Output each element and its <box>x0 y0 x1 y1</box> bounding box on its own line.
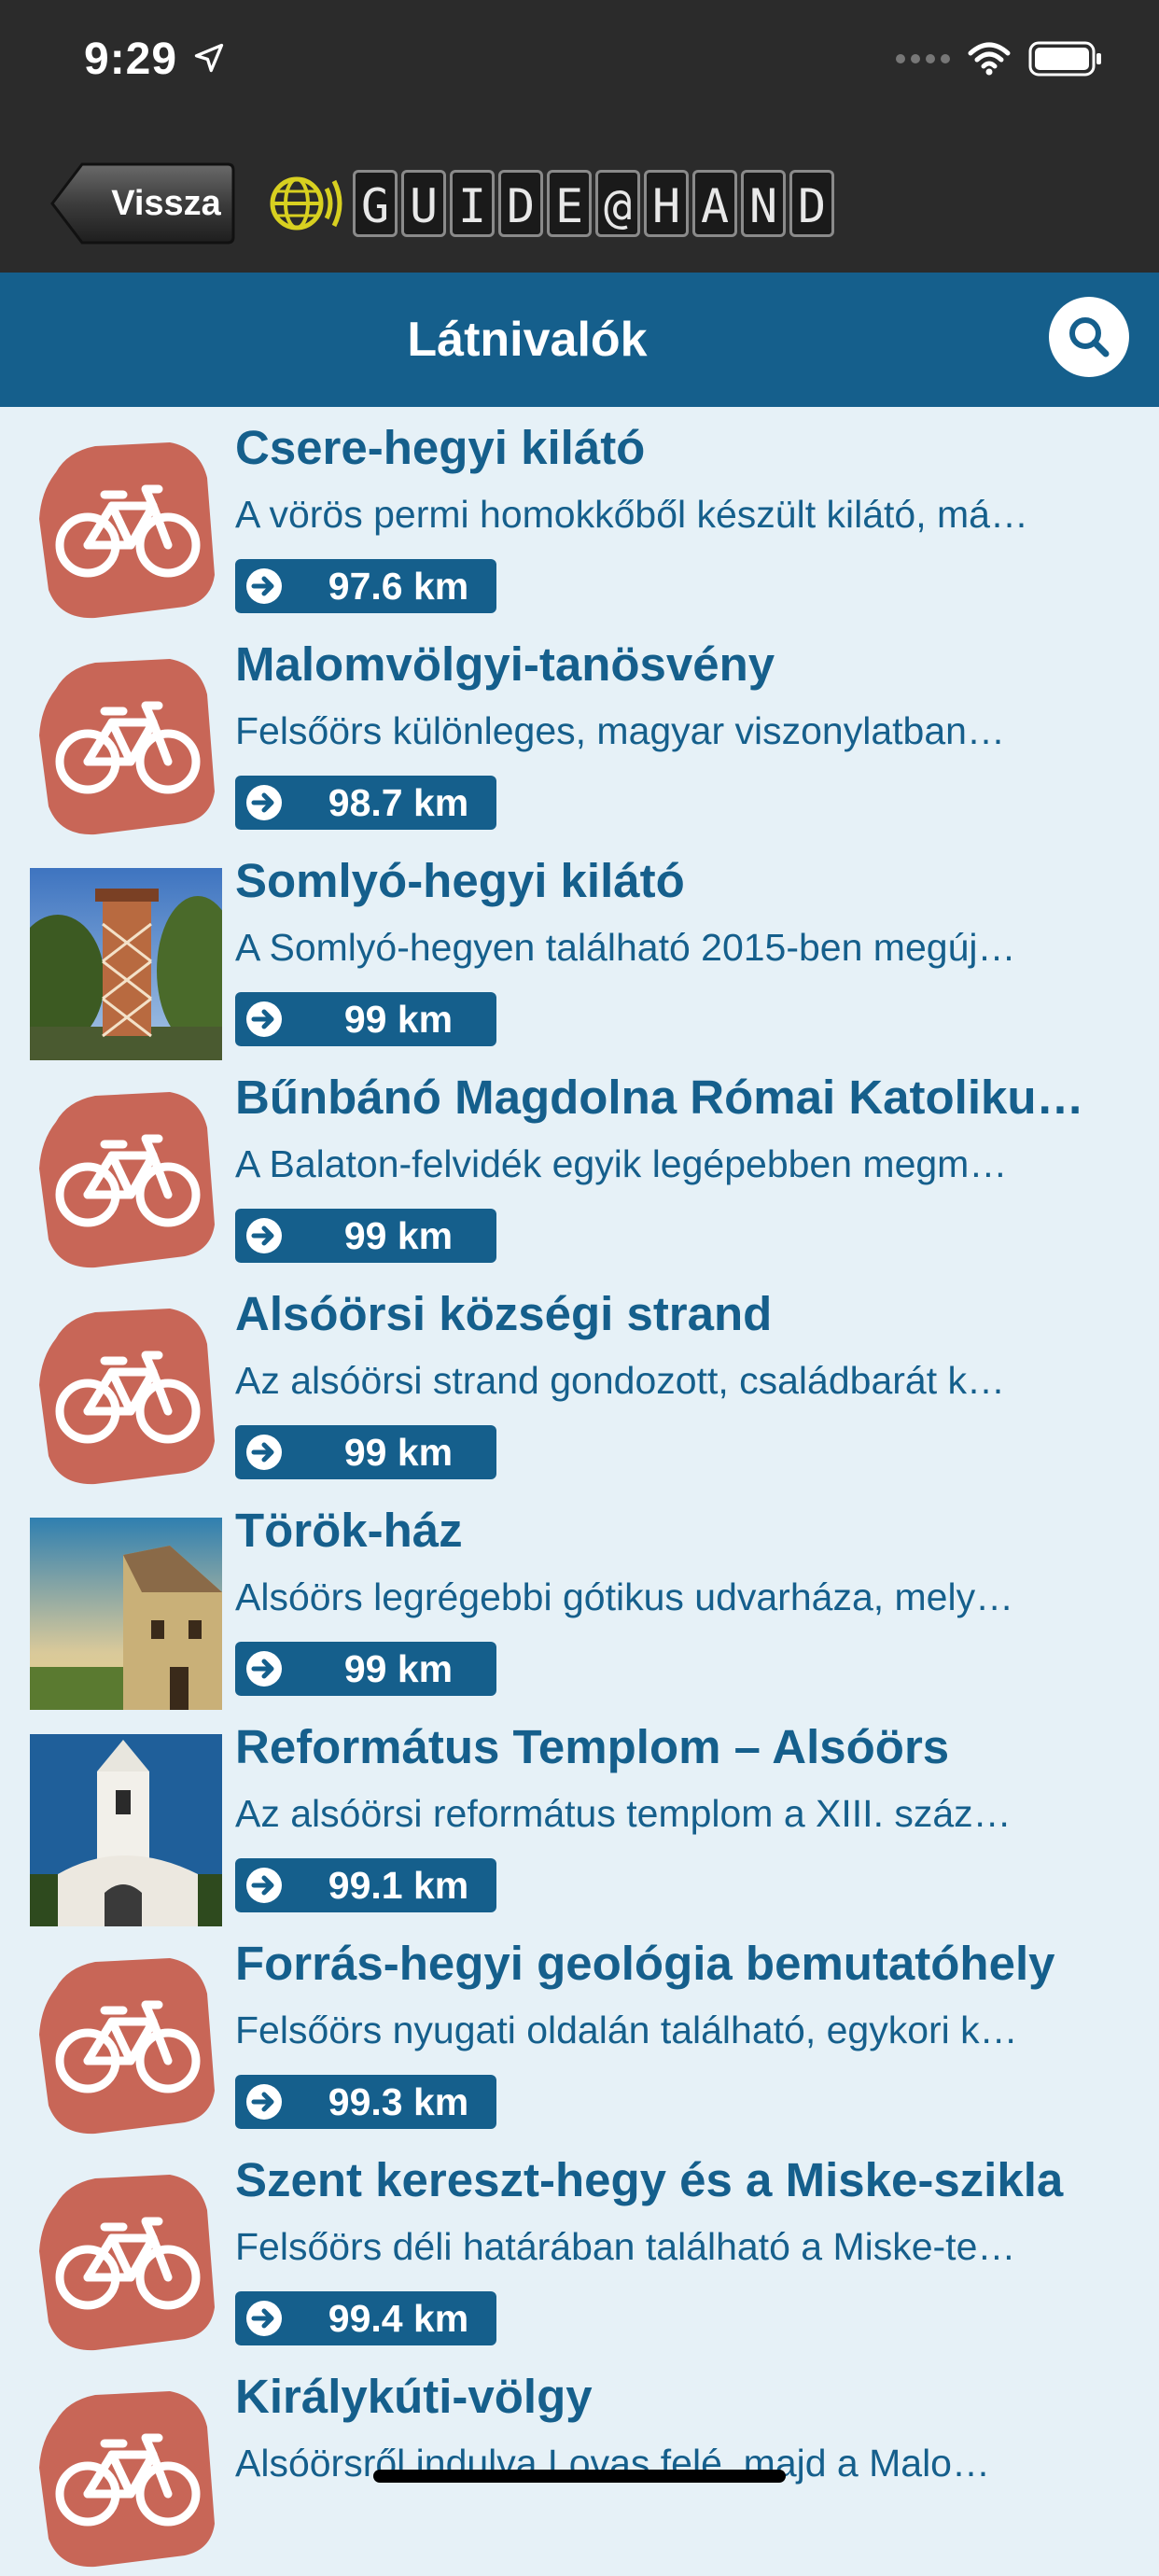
back-button[interactable]: Vissza <box>49 161 235 246</box>
logo-letter: @ <box>595 170 640 237</box>
list-item[interactable]: Forrás-hegyi geológia bemutatóhely Felső… <box>0 1923 1159 2139</box>
arrow-right-icon <box>246 1218 282 1253</box>
distance-badge: 99.4 km <box>235 2291 496 2345</box>
list-item[interactable]: Csere-hegyi kilátó A vörös permi homokkő… <box>0 407 1159 623</box>
bike-icon <box>30 1951 222 2143</box>
cellular-dots-icon <box>896 54 950 63</box>
bike-icon <box>30 2384 222 2576</box>
distance-badge: 97.6 km <box>235 559 496 613</box>
list-item[interactable]: Malomvölgyi-tanösvény Felsőörs különlege… <box>0 623 1159 840</box>
wifi-icon <box>968 42 1011 76</box>
logo-letter: D <box>498 170 543 237</box>
search-icon <box>1069 317 1110 357</box>
distance-badge: 99 km <box>235 1209 496 1263</box>
distance-text: 99 km <box>343 1431 454 1474</box>
status-bar: 9:29 <box>0 0 1159 131</box>
arrow-right-icon <box>246 568 282 604</box>
status-time: 9:29 <box>84 35 178 84</box>
logo-letter: H <box>644 170 689 237</box>
distance-badge: 99.3 km <box>235 2075 496 2129</box>
distance-text: 99.4 km <box>328 2297 469 2340</box>
item-description: Felsőörs különleges, magyar viszonylatba… <box>235 709 1005 752</box>
arrow-right-icon <box>246 1868 282 1903</box>
distance-text: 99 km <box>343 1647 454 1690</box>
distance-text: 99 km <box>343 1214 454 1257</box>
item-title: Szent kereszt-hegy és a Miske-szikla <box>235 2153 1064 2206</box>
arrow-right-icon <box>246 2084 282 2120</box>
item-description: A vörös permi homokkőből készült kilátó,… <box>235 493 1028 536</box>
battery-icon <box>1028 41 1101 77</box>
distance-badge: 99 km <box>235 992 496 1046</box>
title-bar: Látnivalók <box>0 273 1159 407</box>
bike-icon <box>30 435 222 627</box>
list-item[interactable]: Török-ház Alsóörs legrégebbi gótikus udv… <box>0 1490 1159 1710</box>
navigation-bar: Vissza G U I D E @ H A N D <box>0 131 1159 273</box>
distance-text: 99.3 km <box>328 2080 469 2123</box>
distance-badge: 99 km <box>235 1642 496 1696</box>
distance-text: 99.1 km <box>328 1864 469 1907</box>
logo-letter: E <box>547 170 592 237</box>
item-description: A Balaton-felvidék egyik legépebben megm… <box>235 1142 1008 1185</box>
logo-letter: I <box>450 170 495 237</box>
distance-text: 99 km <box>343 998 454 1041</box>
item-description: Alsóörs legrégebbi gótikus udvarháza, me… <box>235 1575 1014 1618</box>
item-description: Felsőörs déli határában található a Misk… <box>235 2225 1016 2268</box>
logo-letter: U <box>401 170 446 237</box>
tower-photo <box>30 868 222 1060</box>
home-indicator[interactable] <box>373 2470 786 2483</box>
item-title: Királykúti-völgy <box>235 2370 593 2423</box>
back-button-label: Vissza <box>111 184 221 223</box>
item-title: Malomvölgyi-tanösvény <box>235 637 775 691</box>
item-title: Török-ház <box>235 1504 463 1557</box>
bike-icon <box>30 651 222 844</box>
item-description: Az alsóörsi strand gondozott, családbará… <box>235 1359 1005 1402</box>
distance-badge: 98.7 km <box>235 776 496 830</box>
page-title: Látnivalók <box>407 313 648 367</box>
item-title: Somlyó-hegyi kilátó <box>235 854 685 907</box>
arrow-right-icon <box>246 2301 282 2336</box>
list-item[interactable]: Bűnbánó Magdolna Római Katoliku… A Balat… <box>0 1057 1159 1273</box>
church-photo <box>30 1734 222 1926</box>
globe-sound-icon <box>270 176 342 231</box>
distance-text: 98.7 km <box>328 781 469 824</box>
list-item[interactable]: Református Templom – Alsóörs Az alsóörsi… <box>0 1706 1159 1926</box>
list-item[interactable]: Szent kereszt-hegy és a Miske-szikla Fel… <box>0 2139 1159 2356</box>
attractions-list: Csere-hegyi kilátó A vörös permi homokkő… <box>0 407 1159 2572</box>
list-item[interactable]: Királykúti-völgy Alsóörsről indulva Lova… <box>0 2356 1159 2572</box>
item-description: Az alsóörsi református templom a XIII. s… <box>235 1792 1012 1835</box>
distance-badge: 99 km <box>235 1425 496 1479</box>
item-title: Csere-hegyi kilátó <box>235 421 646 474</box>
arrow-right-icon <box>246 1001 282 1037</box>
item-title: Alsóörsi községi strand <box>235 1287 773 1340</box>
arrow-right-icon <box>246 785 282 820</box>
search-button[interactable] <box>1049 297 1129 377</box>
item-description: A Somlyó-hegyen található 2015-ben megúj… <box>235 926 1016 969</box>
location-arrow-icon <box>192 41 226 79</box>
status-icons <box>896 41 1103 77</box>
list-item[interactable]: Alsóörsi községi strand Az alsóörsi stra… <box>0 1273 1159 1490</box>
bike-icon <box>30 1085 222 1277</box>
item-title: Bűnbánó Magdolna Római Katoliku… <box>235 1071 1084 1124</box>
distance-text: 97.6 km <box>328 565 469 608</box>
arrow-right-icon <box>246 1435 282 1470</box>
logo-letter: A <box>692 170 737 237</box>
logo-letter: G <box>353 170 398 237</box>
arrow-right-icon <box>246 1651 282 1687</box>
item-title: Forrás-hegyi geológia bemutatóhely <box>235 1937 1055 1990</box>
item-description: Felsőörs nyugati oldalán található, egyk… <box>235 2009 1018 2051</box>
distance-badge: 99.1 km <box>235 1858 496 1912</box>
bike-icon <box>30 2167 222 2359</box>
house-photo <box>30 1518 222 1710</box>
logo-letter: D <box>789 170 834 237</box>
logo-letter: N <box>741 170 786 237</box>
logo-wordmark: G U I D E @ H A N D <box>353 170 834 237</box>
list-item[interactable]: Somlyó-hegyi kilátó A Somlyó-hegyen talá… <box>0 840 1159 1060</box>
bike-icon <box>30 1301 222 1493</box>
guide-at-hand-logo: G U I D E @ H A N D <box>269 168 834 239</box>
item-title: Református Templom – Alsóörs <box>235 1720 950 1773</box>
